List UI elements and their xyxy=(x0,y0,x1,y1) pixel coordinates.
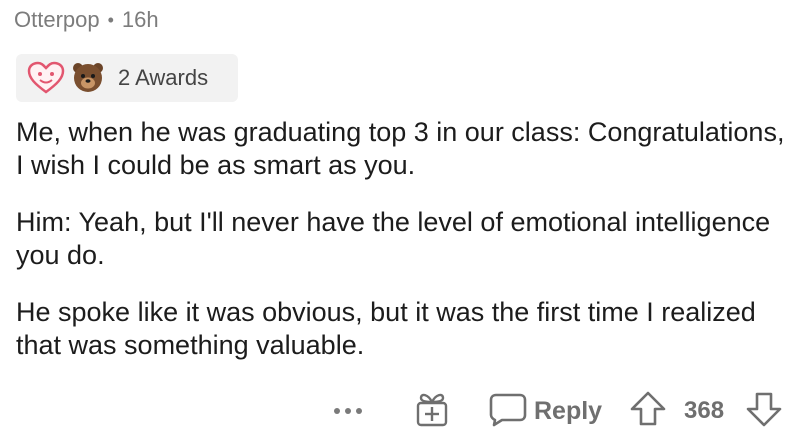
vote-score: 368 xyxy=(684,397,725,424)
meta-separator: • xyxy=(107,9,114,30)
downvote-arrow-icon xyxy=(744,389,784,434)
bear-award-icon xyxy=(68,58,108,98)
comment-paragraph: He spoke like it was obvious, but it was… xyxy=(16,297,756,360)
awards-count: 2 Awards xyxy=(118,65,209,90)
comment-meta: Otterpop • 16h xyxy=(14,6,159,34)
give-award-button[interactable] xyxy=(414,386,450,436)
heart-award-icon xyxy=(26,58,66,98)
reply-label: Reply xyxy=(534,396,603,425)
author-name[interactable]: Otterpop xyxy=(14,7,100,33)
comment-paragraph: Him: Yeah, but I'll never have the level… xyxy=(16,207,771,270)
comment-paragraph: Me, when he was graduating top 3 in our … xyxy=(16,117,785,180)
more-options-icon xyxy=(334,408,340,414)
reply-icon xyxy=(488,391,528,432)
more-options-button[interactable] xyxy=(334,386,367,436)
upvote-button[interactable] xyxy=(628,386,668,436)
comment-body: Me, when he was graduating top 3 in our … xyxy=(16,116,786,386)
upvote-arrow-icon xyxy=(628,389,668,434)
awards-bar[interactable]: 2 Awards xyxy=(16,54,238,102)
reply-button[interactable]: Reply xyxy=(488,386,602,436)
gift-icon xyxy=(414,390,450,433)
comment-actions: Reply 368 xyxy=(0,386,800,436)
comment-age: 16h xyxy=(121,7,159,32)
downvote-button[interactable] xyxy=(744,386,784,436)
